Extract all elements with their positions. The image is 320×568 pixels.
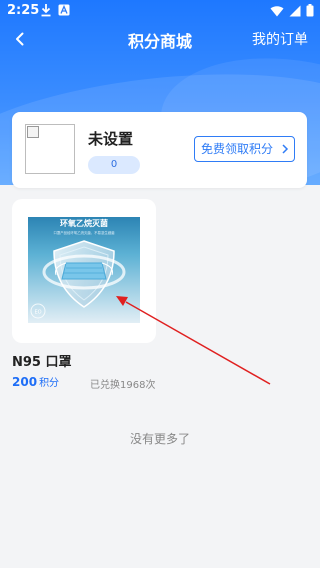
download-icon: [41, 4, 51, 17]
battery-icon: [306, 4, 314, 17]
free-points-button[interactable]: 免费领取积分: [194, 136, 295, 162]
product-price: 200 积分: [12, 374, 59, 389]
app-notification-icon: [58, 4, 70, 16]
product-image[interactable]: 环氧乙烷灭菌 口罩产品经环氧乙烷灭菌，不易滋生细菌 EO: [28, 217, 140, 323]
redeemed-count: 已兑换1968次: [90, 380, 156, 391]
points-badge: 0: [88, 156, 140, 174]
navigation-bar: 积分商城 我的订单: [0, 22, 320, 56]
no-more-text: 没有更多了: [129, 432, 190, 446]
avatar: [25, 124, 75, 174]
status-time: 2:25: [7, 3, 40, 18]
signal-icon: [289, 5, 301, 16]
back-arrow-icon[interactable]: [10, 29, 30, 49]
product-card[interactable]: 环氧乙烷灭菌 口罩产品经环氧乙烷灭菌，不易滋生细菌 EO: [12, 199, 156, 343]
status-icons: [270, 4, 314, 17]
product-name[interactable]: N95 口罩: [12, 351, 72, 370]
username: 未设置: [88, 130, 134, 148]
product-image-headline: 环氧乙烷灭菌: [60, 218, 108, 228]
product-image-subtitle: 口罩产品经环氧乙烷灭菌，不易滋生细菌: [53, 230, 115, 235]
chevron-right-icon: [282, 144, 289, 154]
price-unit: 积分: [39, 378, 60, 389]
my-orders-link[interactable]: 我的订单: [252, 29, 308, 49]
wifi-icon: [270, 5, 284, 16]
user-card: 未设置 0 免费领取积分: [12, 112, 307, 188]
product-image-badge: EO: [34, 310, 41, 316]
free-points-label: 免费领取积分: [201, 142, 274, 156]
status-bar: 2:25: [0, 0, 320, 22]
price-value: 200: [12, 375, 38, 389]
broken-image-icon: [27, 126, 39, 138]
